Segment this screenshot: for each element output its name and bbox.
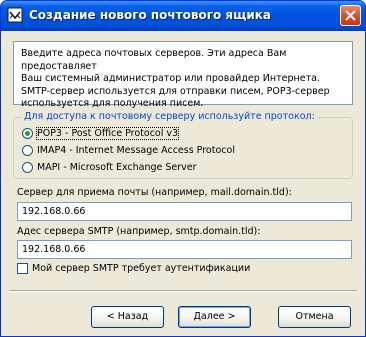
radio-button[interactable] <box>22 161 33 173</box>
radio-imap4[interactable]: IMAP4 - Internet Message Access Protocol <box>22 143 235 157</box>
info-line: используется для получения писем. <box>21 98 204 109</box>
info-text: Введите адреса почтовых серверов. Эти ад… <box>21 48 347 111</box>
incoming-server-label: Сервер для приема почты (например, mail.… <box>17 187 292 198</box>
close-icon <box>345 10 356 21</box>
radio-pop3[interactable]: POP3 - Post Office Protocol v3 <box>22 126 180 140</box>
smtp-server-label: Адес сервера SMTP (например, smtp.domain… <box>17 226 261 237</box>
mail-app-icon <box>7 7 23 23</box>
cancel-button[interactable]: Отмена <box>278 306 351 328</box>
dialog-window: Создание нового почтового ящика Введите … <box>0 0 366 337</box>
incoming-server-input[interactable]: 192.168.0.66 <box>17 202 352 221</box>
radio-mapi-label[interactable]: MAPI - Microsoft Exchange Server <box>37 162 197 173</box>
radio-pop3-label[interactable]: POP3 - Post Office Protocol v3 <box>35 126 180 140</box>
close-button[interactable] <box>340 5 361 26</box>
smtp-auth-checkbox[interactable] <box>17 263 28 274</box>
protocol-group-legend: Для доступа к почтовому серверу использу… <box>22 111 317 122</box>
radio-button[interactable] <box>22 144 33 156</box>
info-line: Введите адреса почтовых серверов. Эти ад… <box>21 48 287 72</box>
window-title: Создание нового почтового ящика <box>29 8 272 22</box>
button-separator <box>9 290 357 292</box>
title-bar[interactable]: Создание нового почтового ящика <box>1 1 365 31</box>
smtp-server-input[interactable]: 192.168.0.66 <box>17 240 352 259</box>
next-button[interactable]: Далее > <box>178 306 251 328</box>
smtp-auth-checkbox-row[interactable]: Мой сервер SMTP требует аутентификации <box>17 263 250 274</box>
smtp-auth-label[interactable]: Мой сервер SMTP требует аутентификации <box>32 263 250 274</box>
radio-imap4-label[interactable]: IMAP4 - Internet Message Access Protocol <box>37 145 235 156</box>
info-line: Ваш системный администратор или провайде… <box>21 73 320 84</box>
back-button[interactable]: < Назад <box>91 306 164 328</box>
info-line: SMTP-сервер используется для отправки пи… <box>21 85 330 97</box>
radio-mapi[interactable]: MAPI - Microsoft Exchange Server <box>22 160 197 174</box>
radio-button-checked[interactable] <box>22 127 33 139</box>
info-panel: Введите адреса почтовых серверов. Эти ад… <box>13 41 353 109</box>
protocol-group: Для доступа к почтовому серверу использу… <box>13 111 353 179</box>
